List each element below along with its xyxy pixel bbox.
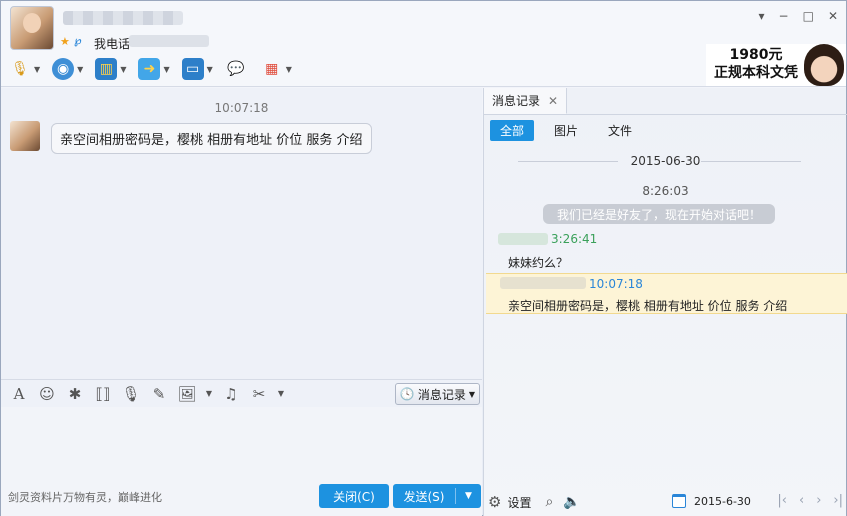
chat-header: ★ ℘ 我电话 ▾ − □ ✕ 🎙 ▼ ◉ ▼ ▥ ▼ ➜ ▼ ▭ ▼ 💬 ▦ …: [1, 1, 846, 87]
calendar-icon[interactable]: [672, 494, 686, 508]
send-file-icon: ➜: [138, 58, 161, 80]
chevron-down-icon[interactable]: ▼: [77, 65, 83, 74]
minimize-icon[interactable]: −: [779, 9, 789, 23]
signature-blurred: [129, 35, 209, 47]
send-button-label: 发送(S): [403, 489, 445, 504]
chevron-down-icon[interactable]: ▼: [120, 65, 126, 74]
self-name-blurred: [500, 277, 586, 289]
screen-share-icon: ▥: [95, 58, 118, 80]
chevron-down-icon[interactable]: ▼: [207, 65, 213, 74]
contact-avatar[interactable]: [10, 6, 54, 50]
chevron-down-icon[interactable]: ▼: [163, 65, 169, 74]
window-controls: ▾ − □ ✕: [759, 9, 839, 23]
chevron-down-icon[interactable]: ▼: [286, 65, 292, 74]
edit-icon[interactable]: ✎: [149, 385, 169, 403]
prev-page-icon[interactable]: ‹: [799, 493, 804, 508]
filter-files[interactable]: 文件: [598, 120, 642, 141]
message-area[interactable]: 10:07:18 亲空间相册密码是，樱桃 相册有地址 价位 服务 介绍: [1, 88, 482, 379]
history-date-divider: 2015-06-30: [484, 154, 847, 168]
video-call-button[interactable]: ◉ ▼: [52, 57, 89, 81]
screen-share-button[interactable]: ▥ ▼: [95, 57, 132, 81]
message-bubble[interactable]: 亲空间相册密码是，樱桃 相册有地址 价位 服务 介绍: [51, 123, 372, 154]
remote-desktop-icon: ▭: [181, 58, 204, 80]
history-pager: |‹ ‹ › ›|: [777, 493, 843, 508]
chat-toolbar: 🎙 ▼ ◉ ▼ ▥ ▼ ➜ ▼ ▭ ▼ 💬 ▦ ▼: [9, 57, 298, 81]
ad-image: [804, 44, 844, 86]
chat-window: ★ ℘ 我电话 ▾ − □ ✕ 🎙 ▼ ◉ ▼ ▥ ▼ ➜ ▼ ▭ ▼ 💬 ▦ …: [0, 0, 847, 516]
history-date-picker[interactable]: 2015-6-30: [694, 495, 751, 508]
chevron-down-icon[interactable]: ▼: [277, 389, 285, 398]
clock-icon: 🕓: [399, 387, 415, 401]
apps-icon: ▦: [265, 61, 279, 77]
close-icon[interactable]: ✕: [828, 9, 838, 23]
history-timestamp: 8:26:03: [642, 184, 689, 198]
search-icon[interactable]: ⌕: [545, 494, 553, 510]
chevron-down-icon: ▼: [468, 389, 475, 399]
close-tab-icon[interactable]: ✕: [548, 94, 558, 108]
sender-avatar[interactable]: [10, 121, 40, 151]
speaker-icon[interactable]: 🔈: [563, 494, 580, 510]
new-chat-icon: 💬: [227, 61, 245, 77]
nudge-icon[interactable]: ✱: [65, 385, 85, 403]
tab-label: 消息记录: [492, 94, 541, 108]
ad-text: 1980元 正规本科文凭: [710, 46, 802, 82]
contact-signature: 我电话: [94, 37, 131, 51]
ad-slogan-link[interactable]: 剑灵资料片万物有灵，巅峰进化: [8, 489, 162, 505]
dropdown-icon[interactable]: ▾: [759, 9, 765, 23]
first-page-icon[interactable]: |‹: [777, 493, 787, 508]
tab-message-history[interactable]: 消息记录 ✕: [484, 88, 568, 114]
star-icon: ★: [60, 35, 70, 48]
mic-icon: 🎙: [11, 61, 29, 77]
remote-desktop-button[interactable]: ▭ ▼: [181, 57, 219, 81]
input-toolbar: A ☺ ✱ ⟦⟧ 🎙 ✎ 🖼 ▼ ♫ ✂ ▼ 🕓 消息记录 ▼: [1, 379, 482, 407]
self-timestamp: 10:07:18: [589, 277, 643, 291]
message-input[interactable]: 剑灵资料片万物有灵，巅峰进化 关闭(C) 发送(S) ▼: [1, 407, 482, 516]
send-file-button[interactable]: ➜ ▼: [138, 57, 175, 81]
gear-icon[interactable]: ⚙: [488, 493, 501, 511]
ad-line-1: 1980元: [729, 47, 783, 63]
voice-message-icon[interactable]: 🎙: [121, 385, 141, 403]
gif-icon[interactable]: ⟦⟧: [93, 385, 113, 403]
screenshot-scissors-icon[interactable]: ✂: [249, 385, 269, 403]
new-chat-button[interactable]: 💬: [225, 57, 247, 81]
emoji-icon[interactable]: ☺: [37, 385, 57, 403]
send-button[interactable]: 发送(S) ▼: [393, 484, 481, 508]
image-icon[interactable]: 🖼: [177, 385, 197, 403]
history-message[interactable]: 妹妹约么？: [508, 254, 568, 271]
close-button[interactable]: 关闭(C): [319, 484, 389, 508]
chevron-down-icon[interactable]: ▼: [205, 389, 213, 398]
next-page-icon[interactable]: ›: [816, 493, 821, 508]
send-options-chevron-icon[interactable]: ▼: [456, 491, 481, 501]
message-timestamp: 10:07:18: [214, 101, 269, 115]
highlighted-message[interactable]: 10:07:18 亲空间相册密码是，樱桃 相册有地址 价位 服务 介绍: [486, 273, 847, 314]
last-page-icon[interactable]: ›|: [833, 493, 843, 508]
camera-icon: ◉: [52, 58, 75, 80]
filter-images[interactable]: 图片: [544, 120, 588, 141]
font-icon[interactable]: A: [9, 385, 29, 403]
contact-name-blurred: [63, 11, 183, 25]
sender-timestamp: 3:26:41: [551, 232, 598, 246]
settings-label[interactable]: 设置: [507, 494, 531, 511]
history-footer: ⚙ 设置 ⌕ 🔈 2015-6-30 |‹ ‹ › ›|: [484, 488, 847, 516]
ad-banner[interactable]: 1980元 正规本科文凭: [706, 44, 846, 86]
message-history-label: 消息记录: [417, 387, 466, 402]
message-history-button[interactable]: 🕓 消息记录 ▼: [394, 383, 480, 405]
voice-call-button[interactable]: 🎙 ▼: [9, 57, 46, 81]
music-icon[interactable]: ♫: [221, 385, 241, 403]
ad-line-2: 正规本科文凭: [714, 65, 798, 81]
sender-name-blurred: [498, 233, 548, 245]
history-message: 亲空间相册密码是，樱桃 相册有地址 价位 服务 介绍: [508, 299, 788, 313]
history-panel: 消息记录 ✕ 全部 图片 文件 2015-06-30 8:26:03 我们已经是…: [483, 88, 847, 516]
apps-button[interactable]: ▦ ▼: [261, 57, 298, 81]
history-filters: 全部 图片 文件: [484, 114, 847, 146]
system-notice: 我们已经是好友了，现在开始对话吧！: [543, 204, 775, 224]
chevron-down-icon[interactable]: ▼: [34, 65, 40, 74]
maximize-icon[interactable]: □: [803, 9, 814, 23]
qzone-icon[interactable]: ℘: [74, 34, 82, 47]
filter-all[interactable]: 全部: [490, 120, 535, 141]
